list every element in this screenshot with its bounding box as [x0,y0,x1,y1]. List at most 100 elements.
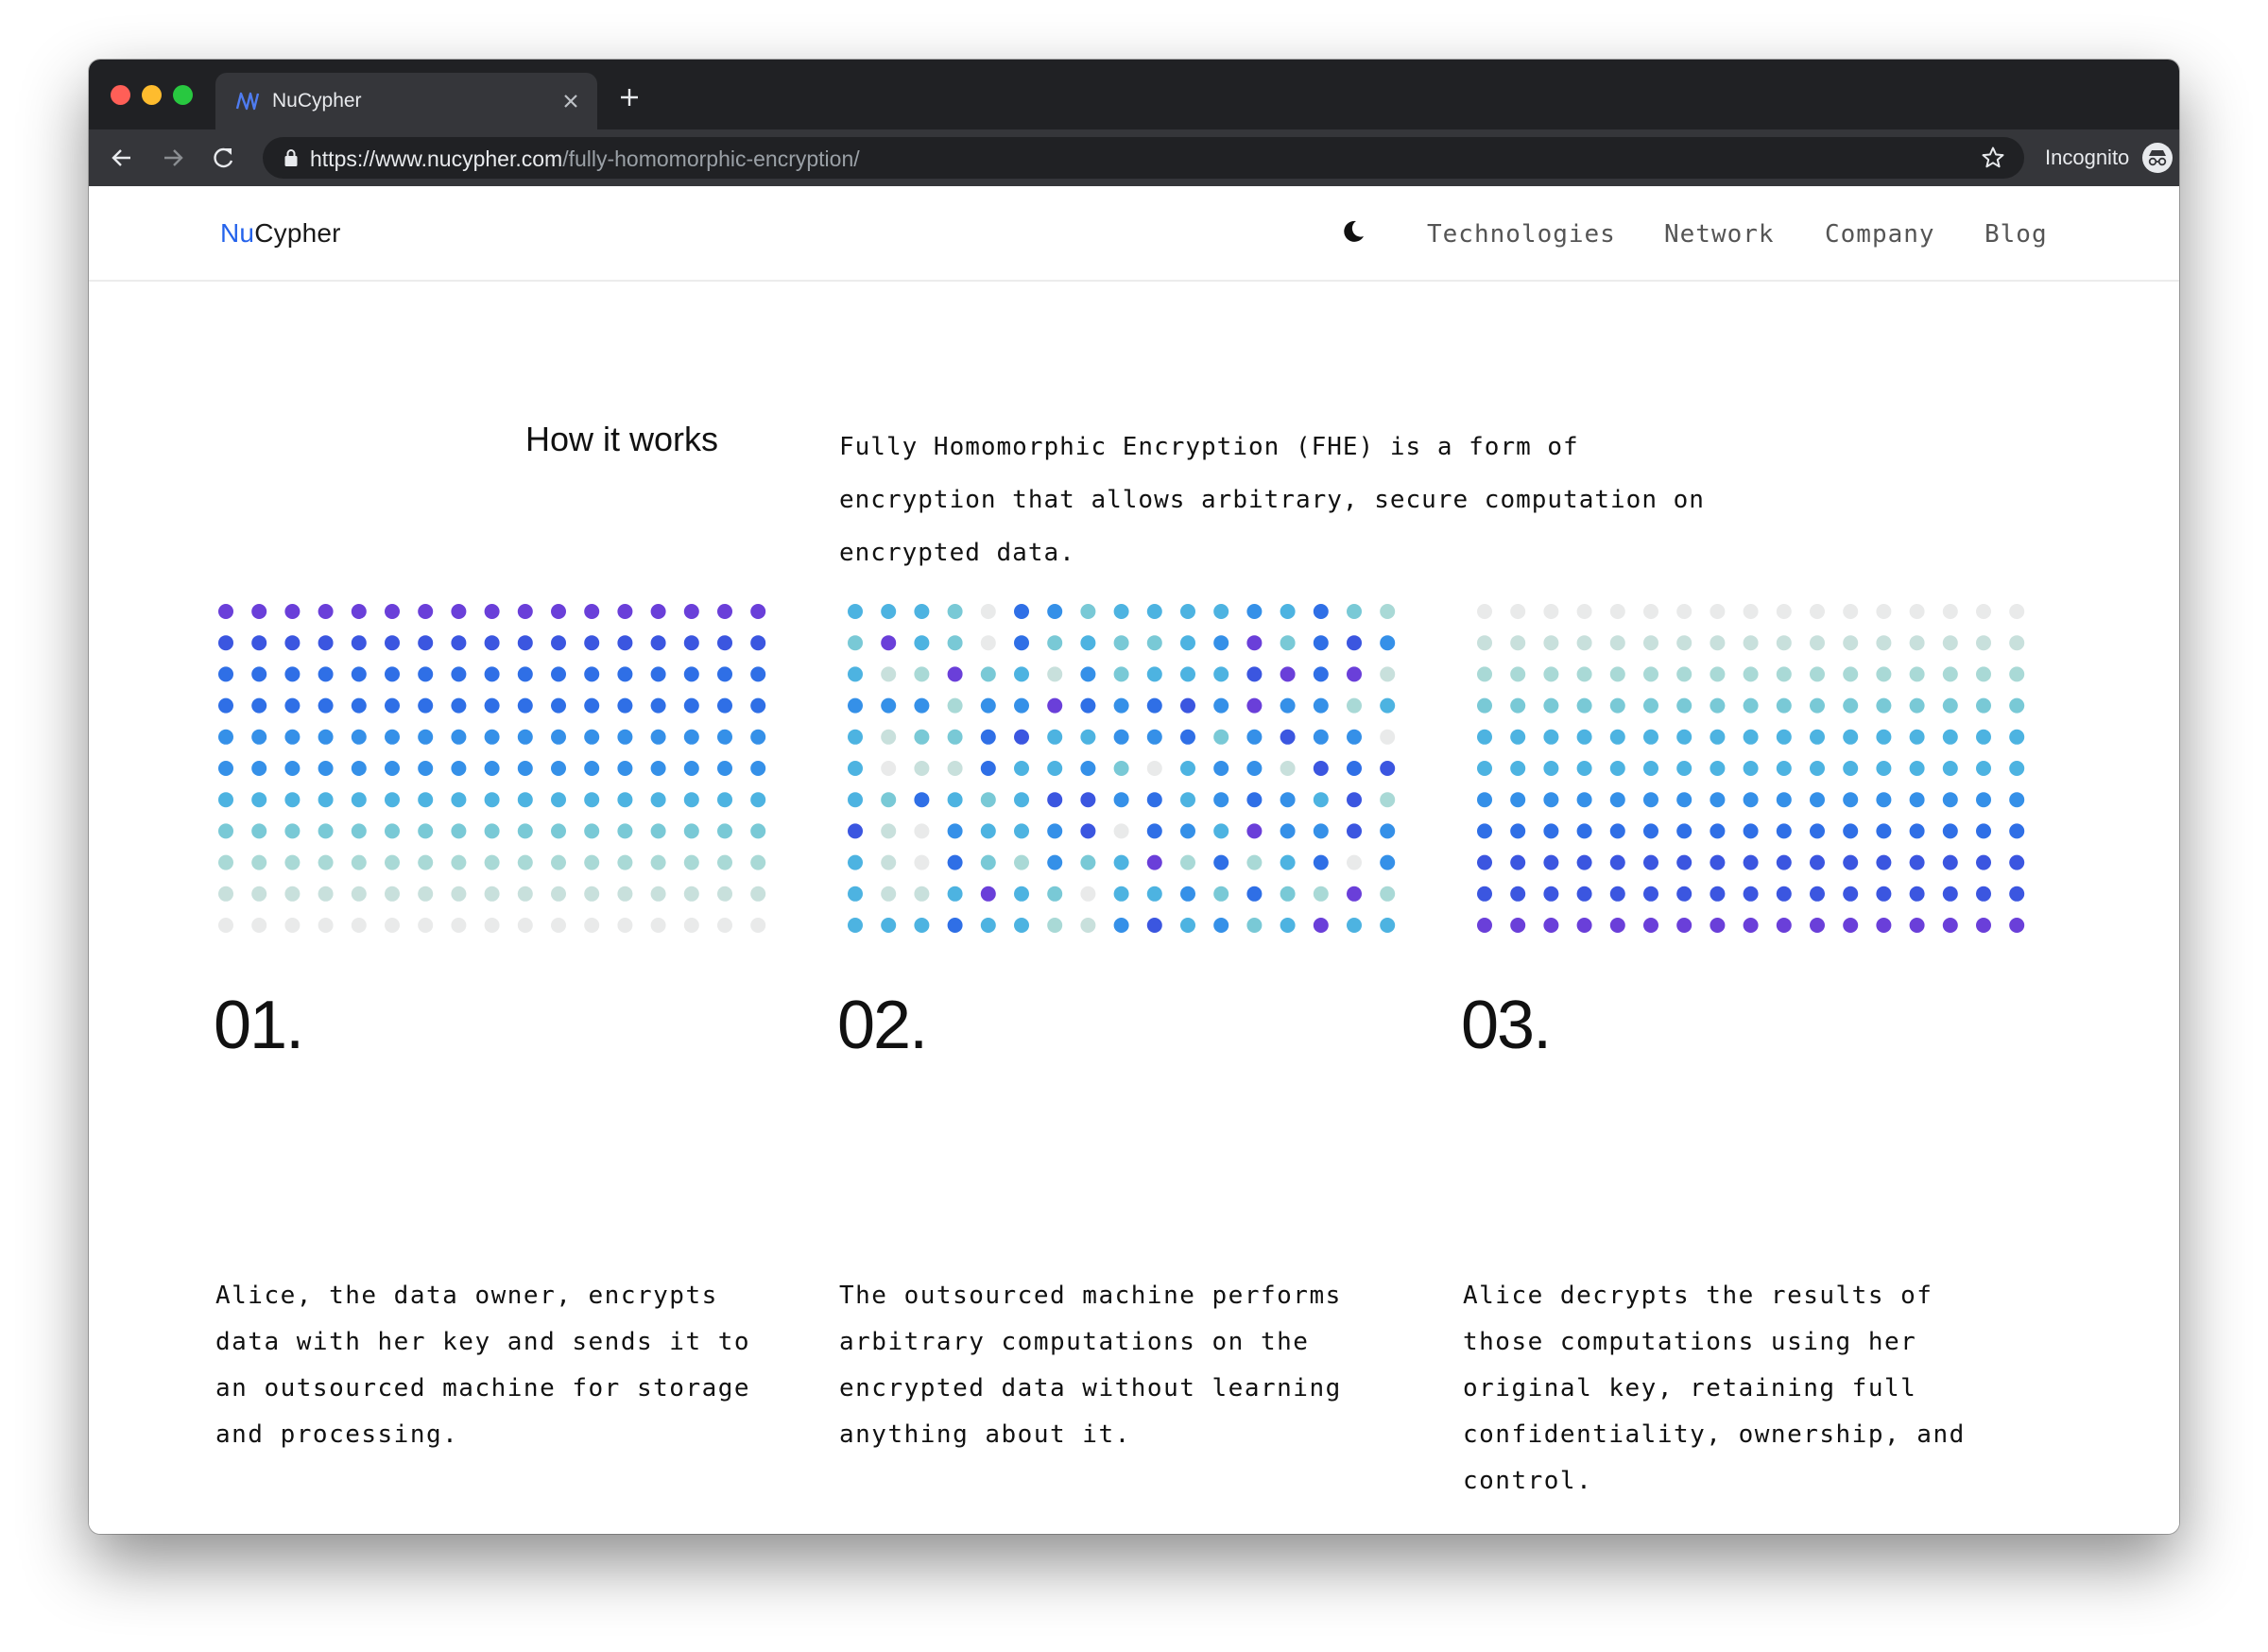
grid-dot [551,854,566,870]
logo-prefix: Nu [220,218,255,248]
browser-tab-active[interactable]: NuCypher [215,73,597,129]
grid-dot [1510,604,1526,619]
grid-dot [484,761,500,776]
grid-dot [451,854,467,870]
grid-dot [584,854,600,870]
grid-dot [947,854,963,870]
grid-dot [551,604,566,619]
grid-dot [551,666,566,682]
grid-dot [418,823,434,839]
grid-dot [584,697,600,714]
grid-dot [1180,697,1195,714]
grid-dot [947,792,963,808]
grid-dot [1942,854,1958,870]
grid-dot [848,729,863,745]
grid-dot [1909,604,1925,619]
grid-dot [1047,792,1063,808]
grid-dot [980,604,996,619]
encrypt-dot-grid [218,604,766,933]
incognito-icon[interactable] [2141,142,2174,174]
reload-icon[interactable] [212,146,236,170]
grid-dot [1609,792,1625,808]
bookmark-star-icon[interactable] [1981,146,2005,170]
nav-link-blog[interactable]: Blog [1984,220,2048,249]
grid-dot [617,854,633,870]
grid-dot [683,761,699,776]
nucypher-logo[interactable]: NuCypher [220,217,341,250]
grid-dot [551,761,566,776]
close-tab-icon[interactable] [561,92,580,111]
grid-dot [1014,666,1029,682]
grid-dot [848,697,863,714]
grid-dot [881,666,897,682]
maximize-window-button[interactable] [173,85,193,105]
grid-dot [318,604,334,619]
grid-dot [1380,886,1396,902]
forward-arrow-icon[interactable] [161,146,185,170]
back-arrow-icon[interactable] [110,146,134,170]
grid-dot [1676,854,1692,870]
grid-dot [717,918,732,933]
grid-dot [1313,666,1329,682]
grid-dot [1213,918,1229,933]
close-window-button[interactable] [111,85,130,105]
grid-dot [1710,604,1726,619]
grid-dot [1347,697,1362,714]
url-domain: https://www.nucypher.com [310,146,563,171]
grid-dot [451,792,467,808]
grid-dot [284,918,301,933]
dark-mode-moon-icon[interactable] [1340,218,1366,245]
grid-dot [1014,792,1029,808]
step-number-1: 01. [214,988,304,1063]
step-line: an outsourced machine for storage [215,1374,751,1402]
grid-dot [1113,697,1129,714]
grid-dot [914,604,930,619]
grid-dot [284,886,301,902]
nav-link-technologies[interactable]: Technologies [1427,220,1616,249]
grid-dot [1313,918,1329,933]
new-tab-icon[interactable] [618,86,641,109]
grid-dot [1942,823,1958,839]
grid-dot [351,792,367,808]
grid-dot [1113,635,1129,651]
grid-dot [848,792,863,808]
grid-dot [1180,854,1195,870]
grid-dot [1810,886,1825,902]
minimize-window-button[interactable] [142,85,162,105]
grid-dot [1080,918,1096,933]
nav-link-company[interactable]: Company [1825,220,1935,249]
grid-dot [1976,697,1991,714]
grid-dot [1347,792,1362,808]
grid-dot [980,666,996,682]
nucypher-favicon-icon [235,92,260,111]
grid-dot [1146,604,1162,619]
address-bar[interactable]: https://www.nucypher.com/fully-homomorph… [263,137,2024,179]
grid-dot [1113,918,1129,933]
grid-dot [1347,823,1362,839]
grid-dot [980,886,996,902]
grid-dot [1876,697,1892,714]
grid-dot [1543,729,1559,745]
grid-dot [683,635,699,651]
grid-dot [1909,761,1925,776]
grid-dot [2009,823,2025,839]
grid-dot [1743,854,1759,870]
nav-link-network[interactable]: Network [1664,220,1775,249]
grid-dot [1246,886,1263,902]
grid-dot [848,918,863,933]
grid-dot [1776,792,1792,808]
grid-dot [1909,918,1925,933]
grid-dot [1080,886,1096,902]
grid-dot [750,697,766,714]
grid-dot [1280,697,1296,714]
grid-dot [218,697,233,714]
grid-dot [1543,823,1559,839]
grid-dot [1510,729,1526,745]
grid-dot [617,666,633,682]
grid-dot [1246,823,1263,839]
grid-dot [650,761,666,776]
grid-dot [1810,792,1825,808]
grid-dot [1146,823,1162,839]
grid-dot [1180,761,1195,776]
grid-dot [1609,918,1625,933]
